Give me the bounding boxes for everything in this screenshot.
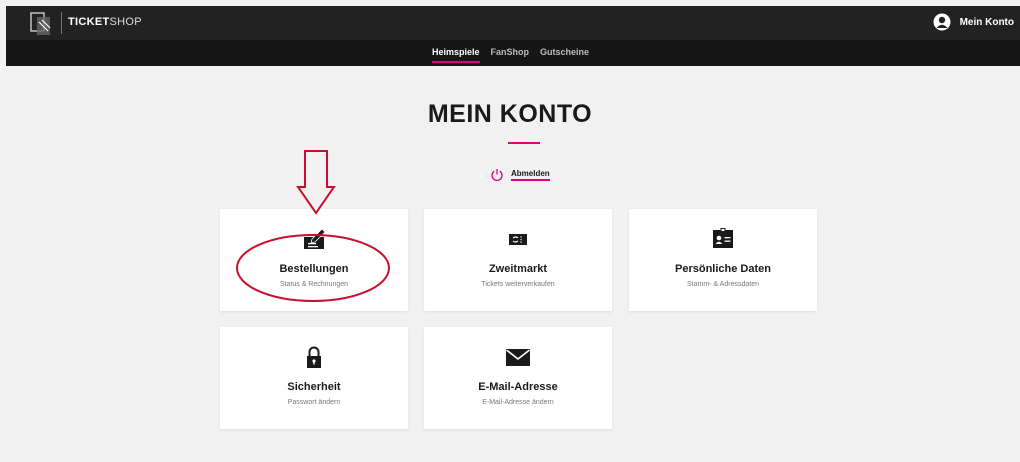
card-bestellungen[interactable]: Bestellungen Status & Rechnungen bbox=[220, 209, 408, 311]
brand-name[interactable]: TICKETSHOP bbox=[68, 16, 142, 28]
annotation-arrow bbox=[296, 150, 336, 215]
card-subtitle: Status & Rechnungen bbox=[279, 281, 349, 288]
envelope-icon bbox=[506, 349, 530, 366]
card-subtitle: Passwort ändern bbox=[287, 399, 341, 406]
brand-name-light: SHOP bbox=[109, 16, 142, 28]
card-persoenliche-daten[interactable]: Persönliche Daten Stamm- & Adressdaten bbox=[629, 209, 817, 311]
account-menu[interactable]: Mein Konto bbox=[933, 13, 1014, 31]
user-avatar-icon bbox=[933, 13, 951, 31]
card-subtitle: Stamm- & Adressdaten bbox=[687, 281, 759, 288]
title-underline bbox=[508, 142, 540, 144]
card-title: Bestellungen bbox=[279, 263, 349, 275]
order-pen-icon bbox=[304, 228, 326, 249]
nav-item-fanshop[interactable]: FanShop bbox=[491, 47, 530, 63]
logout-button[interactable]: Abmelden bbox=[490, 168, 550, 182]
card-title: Persönliche Daten bbox=[675, 263, 771, 275]
brand-name-bold: TICKET bbox=[68, 16, 110, 28]
main-nav: Heimspiele FanShop Gutscheine bbox=[6, 40, 1020, 66]
logo-divider bbox=[61, 12, 62, 34]
account-label: Mein Konto bbox=[959, 16, 1014, 28]
id-card-icon bbox=[713, 228, 733, 248]
page-title: MEIN KONTO bbox=[427, 100, 593, 128]
power-icon bbox=[491, 169, 503, 181]
top-bar: TICKETSHOP Mein Konto bbox=[6, 6, 1020, 40]
ticketshop-logo-icon[interactable] bbox=[28, 10, 56, 38]
card-zweitmarkt[interactable]: Zweitmarkt Tickets weiterverkaufen bbox=[424, 209, 612, 311]
card-subtitle: E-Mail-Adresse ändern bbox=[482, 399, 554, 406]
card-title: E-Mail-Adresse bbox=[478, 381, 558, 393]
card-title: Sicherheit bbox=[287, 381, 341, 393]
card-title: Zweitmarkt bbox=[488, 263, 548, 275]
card-sicherheit[interactable]: Sicherheit Passwort ändern bbox=[220, 327, 408, 429]
nav-item-heimspiele[interactable]: Heimspiele bbox=[432, 47, 480, 63]
logout-label: Abmelden bbox=[511, 169, 550, 181]
card-subtitle: Tickets weiterverkaufen bbox=[481, 281, 555, 288]
ticket-resale-icon bbox=[509, 234, 527, 245]
card-email-adresse[interactable]: E-Mail-Adresse E-Mail-Adresse ändern bbox=[424, 327, 612, 429]
lock-icon bbox=[307, 346, 321, 368]
nav-item-gutscheine[interactable]: Gutscheine bbox=[540, 47, 589, 63]
